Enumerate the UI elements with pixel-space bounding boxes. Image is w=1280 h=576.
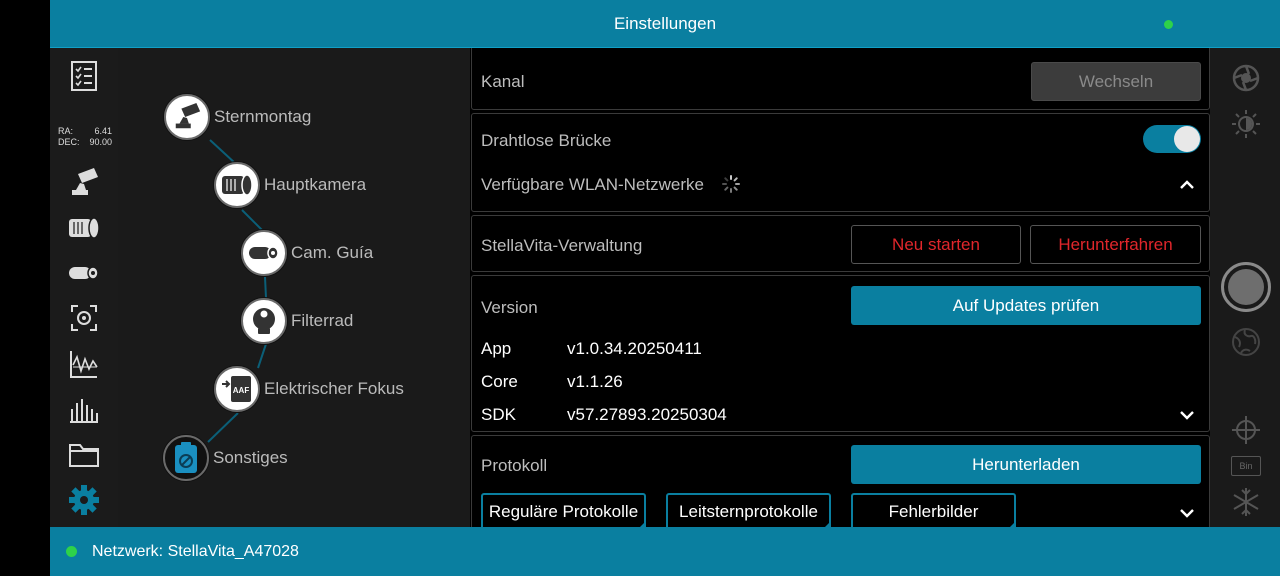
tree-item-main-camera[interactable]: Hauptkamera: [214, 162, 366, 208]
tree-item-label: Filterrad: [291, 311, 354, 330]
check-updates-button[interactable]: Auf Updates prüfen: [851, 286, 1201, 325]
wireless-bridge-label: Drahtlose Brücke: [481, 131, 612, 150]
shutter-button[interactable]: [1221, 262, 1271, 312]
management-card: StellaVita-Verwaltung Neu starten Herunt…: [471, 215, 1210, 272]
checklist-icon[interactable]: [66, 60, 102, 92]
guide-star-logs-filter[interactable]: Leitsternprotokolle: [666, 493, 831, 527]
version-row-value: v1.1.26: [567, 372, 623, 391]
tree-item-focuser[interactable]: AAF Elektrischer Fokus: [214, 366, 404, 412]
tree-item-filter-wheel[interactable]: Filterrad: [241, 298, 353, 344]
tree-item-label: Sonstiges: [213, 448, 288, 467]
shutter-inner: [1228, 269, 1264, 305]
version-row-name: Core: [481, 372, 518, 391]
wifi-networks-label: Verfügbare WLAN-Netzwerke: [481, 175, 704, 194]
filter-wheel-icon: [241, 298, 287, 344]
toggle-knob: [1174, 126, 1200, 152]
version-row-name: SDK: [481, 405, 516, 424]
folder-icon[interactable]: [66, 439, 102, 471]
filter-label: Fehlerbilder: [888, 502, 979, 521]
tree-item-label: Cam. Guía: [291, 243, 374, 262]
misc-icon: [163, 435, 209, 481]
channel-card: Kanal Wechseln: [471, 48, 1210, 110]
ra-label: RA:: [58, 126, 74, 136]
settings-panel: Kanal Wechseln Drahtlose Brücke Verfügba…: [470, 48, 1210, 527]
error-images-filter[interactable]: Fehlerbilder: [851, 493, 1016, 527]
ra-value: 6.41: [94, 126, 112, 136]
tree-item-label: Elektrischer Fokus: [264, 379, 404, 398]
network-status-label: Netzwerk: StellaVita_A47028: [92, 543, 299, 560]
aperture-icon[interactable]: [1230, 62, 1262, 94]
restart-button[interactable]: Neu starten: [851, 225, 1021, 264]
focuser-icon: AAF: [214, 366, 260, 412]
dec-value: 90.00: [89, 137, 112, 147]
tree-item-mount[interactable]: Sternmontag: [164, 94, 311, 140]
dec-label: DEC:: [58, 137, 80, 147]
filter-label: Leitsternprotokolle: [679, 502, 818, 521]
wireless-bridge-toggle[interactable]: [1143, 125, 1201, 153]
switch-channel-button[interactable]: Wechseln: [1031, 62, 1201, 101]
ra-dec-readout: RA: 6.41 DEC: 90.00: [58, 126, 112, 148]
tree-item-label: Sternmontag: [214, 107, 312, 126]
status-bar: Netzwerk: StellaVita_A47028: [50, 527, 1280, 576]
wireless-bridge-card: Drahtlose Brücke Verfügbare WLAN-Netzwer…: [471, 113, 1210, 212]
focus-target-icon[interactable]: [66, 302, 102, 334]
main-camera-icon: [214, 162, 260, 208]
shutdown-button[interactable]: Herunterfahren: [1030, 225, 1201, 264]
right-toolbar: Bin: [1210, 48, 1280, 527]
version-row-name: App: [481, 339, 512, 358]
bin-label: Bin: [1239, 461, 1253, 471]
chevron-down-icon[interactable]: [1179, 507, 1195, 525]
version-row-value: v57.27893.20250304: [567, 405, 727, 424]
page-title: Einstellungen: [613, 14, 717, 33]
snowflake-icon[interactable]: [1230, 486, 1262, 518]
device-tree: Sternmontag Hauptkamera Cam. Guía Filter…: [118, 48, 470, 527]
main-camera-icon[interactable]: [66, 212, 102, 244]
download-logs-button[interactable]: Herunterladen: [851, 445, 1201, 484]
version-card: Version Auf Updates prüfen App v1.0.34.2…: [471, 275, 1210, 432]
management-label: StellaVita-Verwaltung: [481, 236, 643, 255]
globe-icon[interactable]: [1230, 326, 1262, 358]
tree-item-label: Hauptkamera: [264, 175, 367, 194]
brightness-icon[interactable]: [1230, 108, 1262, 140]
graph-icon[interactable]: [66, 348, 102, 380]
crosshair-icon[interactable]: [1230, 414, 1262, 446]
channel-label: Kanal: [481, 72, 525, 91]
settings-gear-icon[interactable]: [66, 484, 102, 516]
focuser-badge: AAF: [233, 386, 250, 395]
sidebar: RA: 6.41 DEC: 90.00: [50, 48, 118, 527]
version-label: Version: [481, 298, 538, 317]
log-card: Protokoll Herunterladen Reguläre Protoko…: [471, 435, 1210, 527]
chevron-up-icon[interactable]: [1179, 177, 1195, 195]
mount-icon: [164, 94, 210, 140]
bin-icon[interactable]: Bin: [1231, 456, 1261, 476]
tree-item-misc[interactable]: Sonstiges: [163, 435, 288, 481]
network-status-dot: [66, 546, 77, 557]
histogram-icon[interactable]: [66, 394, 102, 426]
regular-logs-filter[interactable]: Reguläre Protokolle: [481, 493, 646, 527]
guide-camera-icon[interactable]: [66, 257, 102, 289]
connection-status-dot: [1164, 20, 1173, 29]
filter-label: Reguläre Protokolle: [488, 502, 639, 521]
mount-icon[interactable]: [66, 167, 102, 199]
version-row-value: v1.0.34.20250411: [567, 339, 702, 358]
tree-item-guide-camera[interactable]: Cam. Guía: [241, 230, 373, 276]
loading-spinner-icon: [722, 175, 740, 198]
screen-edge: [0, 0, 50, 576]
header-bar: Einstellungen: [50, 0, 1280, 48]
chevron-down-icon[interactable]: [1179, 409, 1195, 427]
guide-camera-icon: [241, 230, 287, 276]
log-label: Protokoll: [481, 456, 548, 475]
